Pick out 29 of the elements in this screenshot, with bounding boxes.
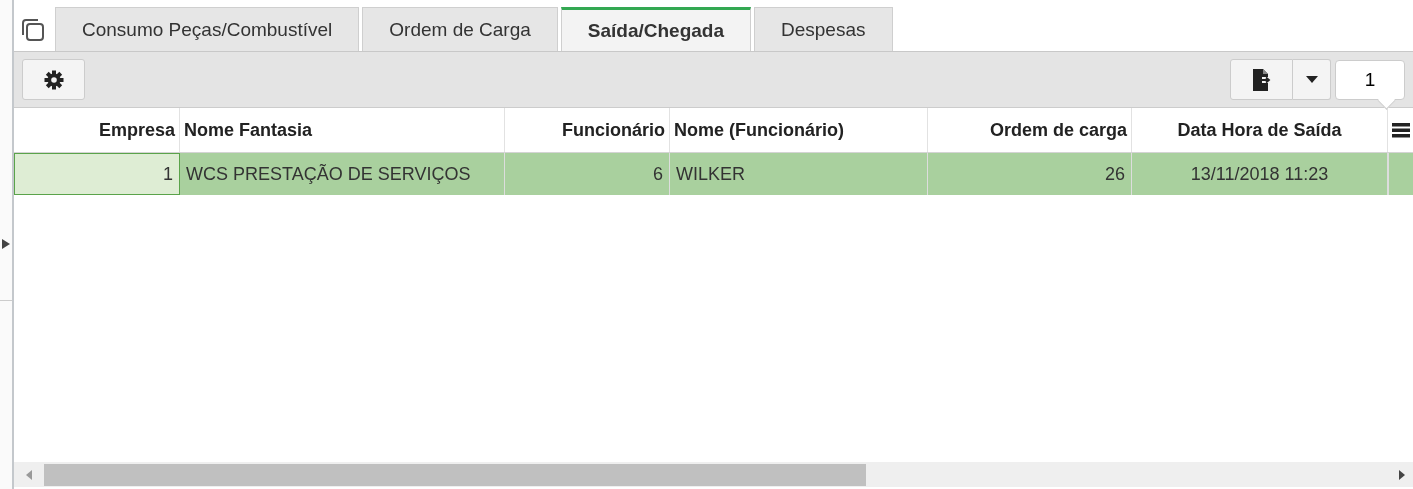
tab[interactable]: Despesas bbox=[754, 7, 893, 51]
export-button[interactable] bbox=[1230, 59, 1293, 100]
tab[interactable]: Saída/Chegada bbox=[560, 7, 751, 51]
column-header[interactable]: Data Hora de Saída bbox=[1132, 108, 1388, 152]
table-row[interactable]: 1 WCS PRESTAÇÃO DE SERVIÇOS 6 WILKER 26 13/11/2018 11:23 bbox=[14, 153, 1413, 195]
tab[interactable]: Ordem de Carga bbox=[362, 7, 558, 51]
table-cell: 1 bbox=[14, 153, 180, 195]
table-cell: WCS PRESTAÇÃO DE SERVIÇOS bbox=[180, 153, 505, 195]
scrollbar-thumb[interactable] bbox=[44, 463, 866, 486]
menu-icon[interactable] bbox=[1391, 122, 1410, 138]
caret-icon bbox=[1305, 76, 1318, 83]
column-header[interactable]: Empresa bbox=[14, 108, 180, 152]
page-field[interactable]: 1 bbox=[1335, 59, 1405, 100]
copy-icon[interactable] bbox=[20, 16, 46, 43]
column-header[interactable]: Nome (Funcionário) bbox=[670, 108, 928, 152]
horizontal-scrollbar[interactable] bbox=[14, 462, 1413, 487]
column-header[interactable]: Funcionário bbox=[505, 108, 670, 152]
dropdown-button[interactable] bbox=[1293, 59, 1331, 100]
document-export-icon bbox=[1251, 68, 1272, 91]
table-cell: WILKER bbox=[670, 153, 928, 195]
tab[interactable]: Consumo Peças/Combustível bbox=[55, 7, 360, 51]
table-cell: 6 bbox=[505, 153, 670, 195]
settings-button[interactable] bbox=[22, 59, 85, 100]
column-header[interactable]: Nome Fantasia bbox=[180, 108, 505, 152]
table-cell: 26 bbox=[928, 153, 1132, 195]
column-header[interactable]: Ordem de carga bbox=[928, 108, 1132, 152]
scroll-right-icon[interactable] bbox=[1399, 469, 1405, 480]
table-cell: 13/11/2018 11:23 bbox=[1132, 153, 1388, 195]
expand-arrow-icon[interactable] bbox=[2, 239, 10, 249]
